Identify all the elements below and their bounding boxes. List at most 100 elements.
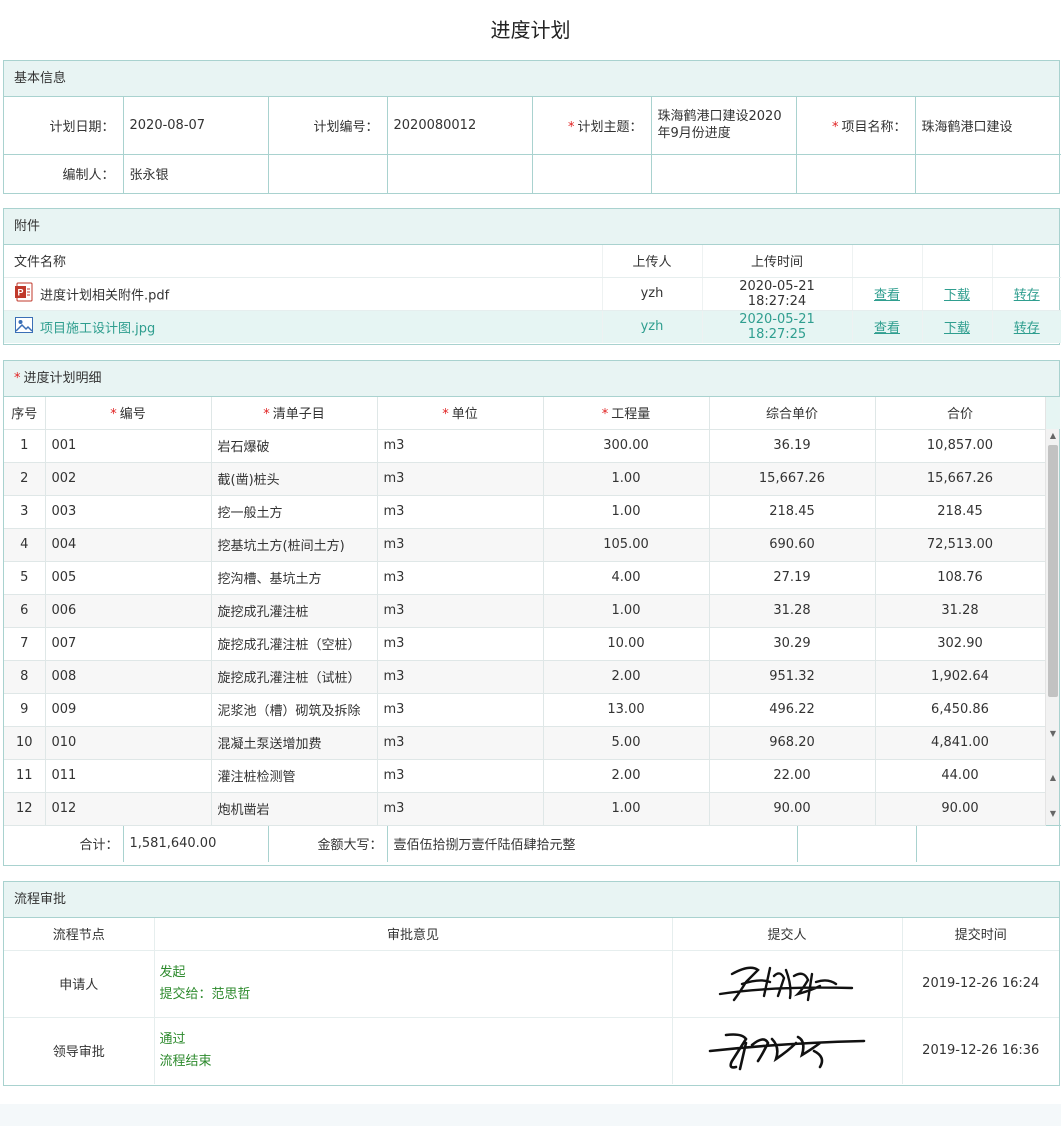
cell-total: 15,667.26 <box>875 462 1046 496</box>
basic-info-grid: 计划日期： 2020-08-07 计划编号： 2020080012 * 计划主题：… <box>4 97 1061 193</box>
cell-item: 挖一般土方 <box>211 495 378 529</box>
table-row[interactable]: 4 004 挖基坑土方(桩间土方) m3 105.00 690.60 72,513.00 <box>4 528 1046 562</box>
attachment-uploader: yzh <box>602 310 703 343</box>
table-row[interactable]: 9 009 泥浆池（槽）砌筑及拆除 m3 13.00 496.22 6,450.86 <box>4 693 1046 727</box>
cell-unit: m3 <box>377 693 544 727</box>
table-row[interactable]: 3 003 挖一般土方 m3 1.00 218.45 218.45 <box>4 495 1046 529</box>
attachments-header: 附件 <box>4 209 1059 245</box>
author-label: 编制人： <box>4 154 124 193</box>
scrollbar-thumb[interactable] <box>1048 445 1058 697</box>
col-submit-time: 提交时间 <box>902 918 1059 951</box>
scroll-up-arrow[interactable]: ▲ <box>1046 773 1060 783</box>
detail-table-scroll[interactable]: 序号 * 编号 * 清单子目 * 单位 * 工程量 综合单价 合价 1 001 岩石爆破 m3… <box>4 397 1060 826</box>
table-row[interactable]: 10 010 混凝土泵送增加费 m3 5.00 968.20 4,841.00 <box>4 726 1046 760</box>
cell-qty: 4.00 <box>543 561 710 595</box>
attachment-time: 2020-05-21 18:27:25 <box>702 310 853 343</box>
approval-row: 申请人 发起 提交给：范思哲 2019-12-26 16:24 <box>4 950 1059 1018</box>
table-row[interactable]: 7 007 旋挖成孔灌注桩（空桩） m3 10.00 30.29 302.90 <box>4 627 1046 661</box>
view-link[interactable]: 查看 <box>874 288 900 303</box>
cell-total: 90.00 <box>875 792 1046 826</box>
col-total: 合价 <box>875 397 1046 430</box>
cell-total: 302.90 <box>875 627 1046 661</box>
sum-value: 1,581,640.00 <box>123 825 269 862</box>
detail-section: * 进度计划明细 序号 * 编号 * 清单子目 * 单位 * 工程量 综合单价 合价 10… <box>3 360 1061 866</box>
cell-qty: 5.00 <box>543 726 710 760</box>
cell-price: 690.60 <box>709 528 876 562</box>
cell-total: 108.76 <box>875 561 1046 595</box>
cell-unit: m3 <box>377 495 544 529</box>
subject-label: * 计划主题： <box>532 97 652 155</box>
cell-qty: 1.00 <box>543 495 710 529</box>
cell-price: 90.00 <box>709 792 876 826</box>
plan-date-value: 2020-08-07 <box>123 97 269 155</box>
scroll-up-arrow[interactable]: ▲ <box>1046 431 1060 441</box>
cell-seq: 4 <box>4 528 46 562</box>
cell-code: 012 <box>45 792 212 826</box>
project-value: 珠海鹤港口建设 <box>915 97 1061 155</box>
cell-unit: m3 <box>377 726 544 760</box>
table-row[interactable]: 1 001 岩石爆破 m3 300.00 36.19 10,857.00 <box>4 429 1046 463</box>
sum-upper-value: 壹佰伍拾捌万壹仟陆佰肆拾元整 <box>387 825 798 862</box>
image-file-icon <box>14 315 34 339</box>
cell-unit: m3 <box>377 594 544 628</box>
cell-qty: 1.00 <box>543 792 710 826</box>
cell-seq: 6 <box>4 594 46 628</box>
attachment-row[interactable]: P 进度计划相关附件.pdf yzh 2020-05-21 18:27:24 查… <box>4 277 1061 311</box>
cell-price: 36.19 <box>709 429 876 463</box>
cell-code: 001 <box>45 429 212 463</box>
cell-item: 旋挖成孔灌注桩（试桩） <box>211 660 378 694</box>
scroll-down-arrow[interactable]: ▼ <box>1046 809 1060 819</box>
cell-unit: m3 <box>377 462 544 496</box>
cell-total: 218.45 <box>875 495 1046 529</box>
col-item: * 清单子目 <box>211 397 378 430</box>
detail-scrollbar[interactable]: ▲ ▼ ▲ ▼ <box>1045 397 1060 825</box>
approval-row: 领导审批 通过 流程结束 2019-12-26 16:36 <box>4 1017 1059 1084</box>
attachment-row[interactable]: 项目施工设计图.jpg yzh 2020-05-21 18:27:25 查看 下… <box>4 310 1061 343</box>
download-link[interactable]: 下载 <box>944 288 970 303</box>
col-opinion: 审批意见 <box>154 918 673 951</box>
save-link[interactable]: 转存 <box>1014 288 1040 303</box>
save-link[interactable]: 转存 <box>1014 321 1040 336</box>
signature-image <box>672 1017 903 1084</box>
cell-seq: 7 <box>4 627 46 661</box>
cell-total: 10,857.00 <box>875 429 1046 463</box>
attachment-file-name[interactable]: P 进度计划相关附件.pdf <box>4 277 603 311</box>
table-row[interactable]: 6 006 旋挖成孔灌注桩 m3 1.00 31.28 31.28 <box>4 594 1046 628</box>
table-row[interactable]: 5 005 挖沟槽、基坑土方 m3 4.00 27.19 108.76 <box>4 561 1046 595</box>
approval-opinion: 通过 流程结束 <box>154 1017 673 1084</box>
detail-header: * 进度计划明细 <box>4 361 1059 397</box>
cell-price: 31.28 <box>709 594 876 628</box>
cell-item: 岩石爆破 <box>211 429 378 463</box>
cell-seq: 8 <box>4 660 46 694</box>
table-row[interactable]: 8 008 旋挖成孔灌注桩（试桩） m3 2.00 951.32 1,902.64 <box>4 660 1046 694</box>
table-row[interactable]: 2 002 截(凿)桩头 m3 1.00 15,667.26 15,667.26 <box>4 462 1046 496</box>
col-seq: 序号 <box>4 397 46 430</box>
table-row[interactable]: 12 012 炮机凿岩 m3 1.00 90.00 90.00 <box>4 792 1046 826</box>
cell-item: 截(凿)桩头 <box>211 462 378 496</box>
svg-text:P: P <box>17 287 23 297</box>
scroll-down-arrow[interactable]: ▼ <box>1046 729 1060 739</box>
cell-total: 44.00 <box>875 759 1046 793</box>
cell-item: 旋挖成孔灌注桩（空桩） <box>211 627 378 661</box>
plan-no-label: 计划编号： <box>268 97 388 155</box>
attachment-file-name[interactable]: 项目施工设计图.jpg <box>4 310 603 343</box>
cell-total: 31.28 <box>875 594 1046 628</box>
cell-code: 007 <box>45 627 212 661</box>
download-link[interactable]: 下载 <box>944 321 970 336</box>
col-file-name: 文件名称 <box>4 245 603 278</box>
view-link[interactable]: 查看 <box>874 321 900 336</box>
cell-price: 27.19 <box>709 561 876 595</box>
cell-code: 005 <box>45 561 212 595</box>
required-mark: * <box>567 119 575 135</box>
cell-seq: 2 <box>4 462 46 496</box>
cell-seq: 11 <box>4 759 46 793</box>
page-title: 进度计划 <box>490 18 571 42</box>
cell-unit: m3 <box>377 660 544 694</box>
cell-qty: 2.00 <box>543 759 710 793</box>
approval-section: 流程审批 流程节点 审批意见 提交人 提交时间 申请人 发起 提交给：范思哲 20… <box>3 881 1060 1086</box>
cell-qty: 2.00 <box>543 660 710 694</box>
cell-seq: 12 <box>4 792 46 826</box>
table-row[interactable]: 11 011 灌注桩检测管 m3 2.00 22.00 44.00 <box>4 759 1046 793</box>
cell-qty: 1.00 <box>543 594 710 628</box>
cell-code: 002 <box>45 462 212 496</box>
